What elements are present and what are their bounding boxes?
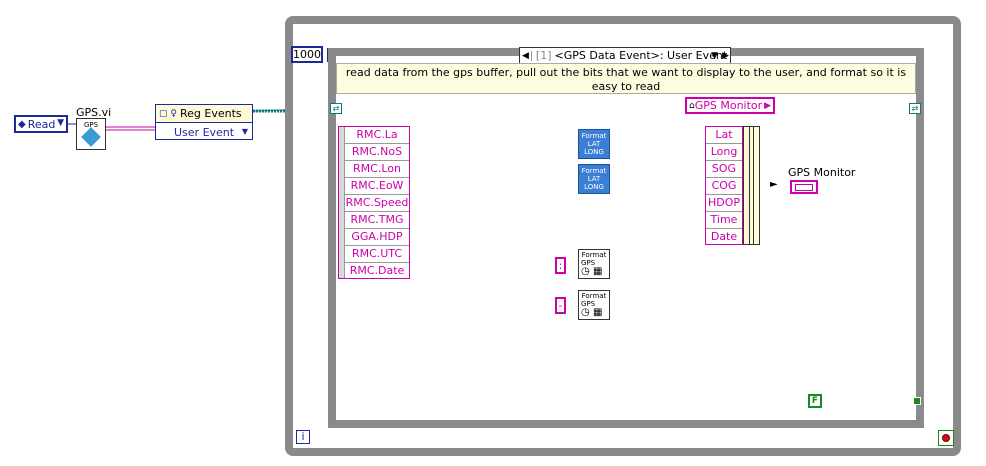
bundle-node[interactable]: Lat Long SOG COG HDOP Time Date (705, 126, 743, 245)
prev-case-icon[interactable]: ◀ (520, 50, 532, 61)
next-case-icon[interactable]: ▶ (722, 51, 729, 61)
reg-events-icon: ▢ ♀ (159, 108, 177, 119)
event-case-index: [1] (535, 49, 552, 62)
format-latlong-node[interactable]: Format LAT LONG (578, 164, 610, 194)
bundle-field[interactable]: Date (706, 229, 742, 246)
format-latlong-node[interactable]: Format LAT LONG (578, 129, 610, 159)
calendar-icon: ▦ (593, 307, 603, 318)
arrow-right-icon: ▶ (764, 100, 772, 111)
read-selector-value: Read (27, 117, 56, 131)
stop-terminal[interactable] (938, 430, 954, 446)
unbundle-node[interactable]: RMC.La RMC.NoS RMC.Lon RMC.EoW RMC.Speed… (338, 126, 410, 279)
unbundle-field[interactable]: RMC.Speed (345, 195, 409, 212)
reg-events-node[interactable]: ▢ ♀ Reg Events User Event ▼ (155, 104, 253, 140)
unbundle-field[interactable]: RMC.Lon (345, 161, 409, 178)
indicator-label: GPS Monitor (788, 166, 856, 179)
gps-icon (81, 127, 101, 147)
bundle-field[interactable]: SOG (706, 161, 742, 178)
unbundle-field[interactable]: RMC.La (345, 127, 409, 144)
bundle-field[interactable]: Time (706, 212, 742, 229)
arrow-icon: ◆ (18, 118, 26, 130)
format-latlong-label: Format (581, 132, 607, 140)
bundle-field[interactable]: Lat (706, 127, 742, 144)
clock-icon: ◷ (581, 307, 590, 318)
calendar-icon: ▦ (593, 266, 603, 277)
false-constant[interactable]: F (808, 394, 822, 408)
event-structure[interactable] (328, 48, 924, 428)
unbundle-field[interactable]: RMC.EoW (345, 178, 409, 195)
dash-constant[interactable]: - (555, 297, 566, 314)
reg-events-title: Reg Events (179, 107, 242, 120)
colon-constant[interactable]: : (555, 257, 566, 274)
bundle-title-text: GPS Monitor (694, 99, 763, 112)
iteration-terminal: i (296, 430, 310, 444)
format-latlong-label: Format (581, 167, 607, 175)
bundle-title[interactable]: ⌂ GPS Monitor ▶ (685, 97, 775, 114)
home-icon: ⌂ (689, 100, 695, 111)
format-latlong-label: LONG (584, 148, 604, 156)
format-latlong-label: LAT (587, 175, 601, 183)
unbundle-field[interactable]: RMC.NoS (345, 144, 409, 161)
format-latlong-label: LONG (584, 183, 604, 191)
format-gps-label: Format (581, 292, 607, 300)
unbundle-field[interactable]: RMC.TMG (345, 212, 409, 229)
gps-vi-node[interactable]: GPS (76, 118, 106, 150)
format-gps-label: Format (581, 251, 607, 259)
unbundle-field[interactable]: RMC.Date (345, 263, 409, 280)
event-case-label: <GPS Data Event>: User Event (554, 49, 728, 62)
bundle-field[interactable]: Long (706, 144, 742, 161)
event-data-terminal-left: ⇄ (330, 103, 342, 114)
dropdown-icon[interactable]: ▼ (711, 51, 718, 61)
dropdown-icon: ▼ (241, 127, 248, 136)
dropdown-icon: ▼ (57, 118, 64, 128)
unbundle-field[interactable]: GGA.HDP (345, 229, 409, 246)
read-selector[interactable]: ◆ Read ▼ (14, 115, 68, 133)
gps-monitor-indicator[interactable] (790, 180, 818, 194)
tunnel-terminal (913, 397, 921, 405)
bundle-field[interactable]: HDOP (706, 195, 742, 212)
bundle-handle (743, 126, 760, 245)
unbundle-field[interactable]: RMC.UTC (345, 246, 409, 263)
format-gps-node[interactable]: Format GPS ◷ ▦ (578, 249, 610, 279)
clock-icon: ◷ (581, 266, 590, 277)
bundle-output-icon: ► (770, 179, 778, 190)
stop-icon (942, 434, 950, 442)
format-latlong-label: LAT (587, 140, 601, 148)
loop-count[interactable]: 1000 (291, 46, 323, 63)
reg-events-item: User Event (174, 125, 235, 139)
bundle-field[interactable]: COG (706, 178, 742, 195)
cluster-icon (795, 184, 813, 191)
event-case-selector[interactable]: ◀ [1] <GPS Data Event>: User Event ▼ ▶ (519, 47, 731, 64)
event-data-terminal-right: ⇄ (909, 103, 921, 114)
format-gps-node[interactable]: Format GPS ◷ ▦ (578, 290, 610, 320)
comment-bar: read data from the gps buffer, pull out … (336, 63, 916, 94)
comment-text: read data from the gps buffer, pull out … (345, 66, 907, 93)
